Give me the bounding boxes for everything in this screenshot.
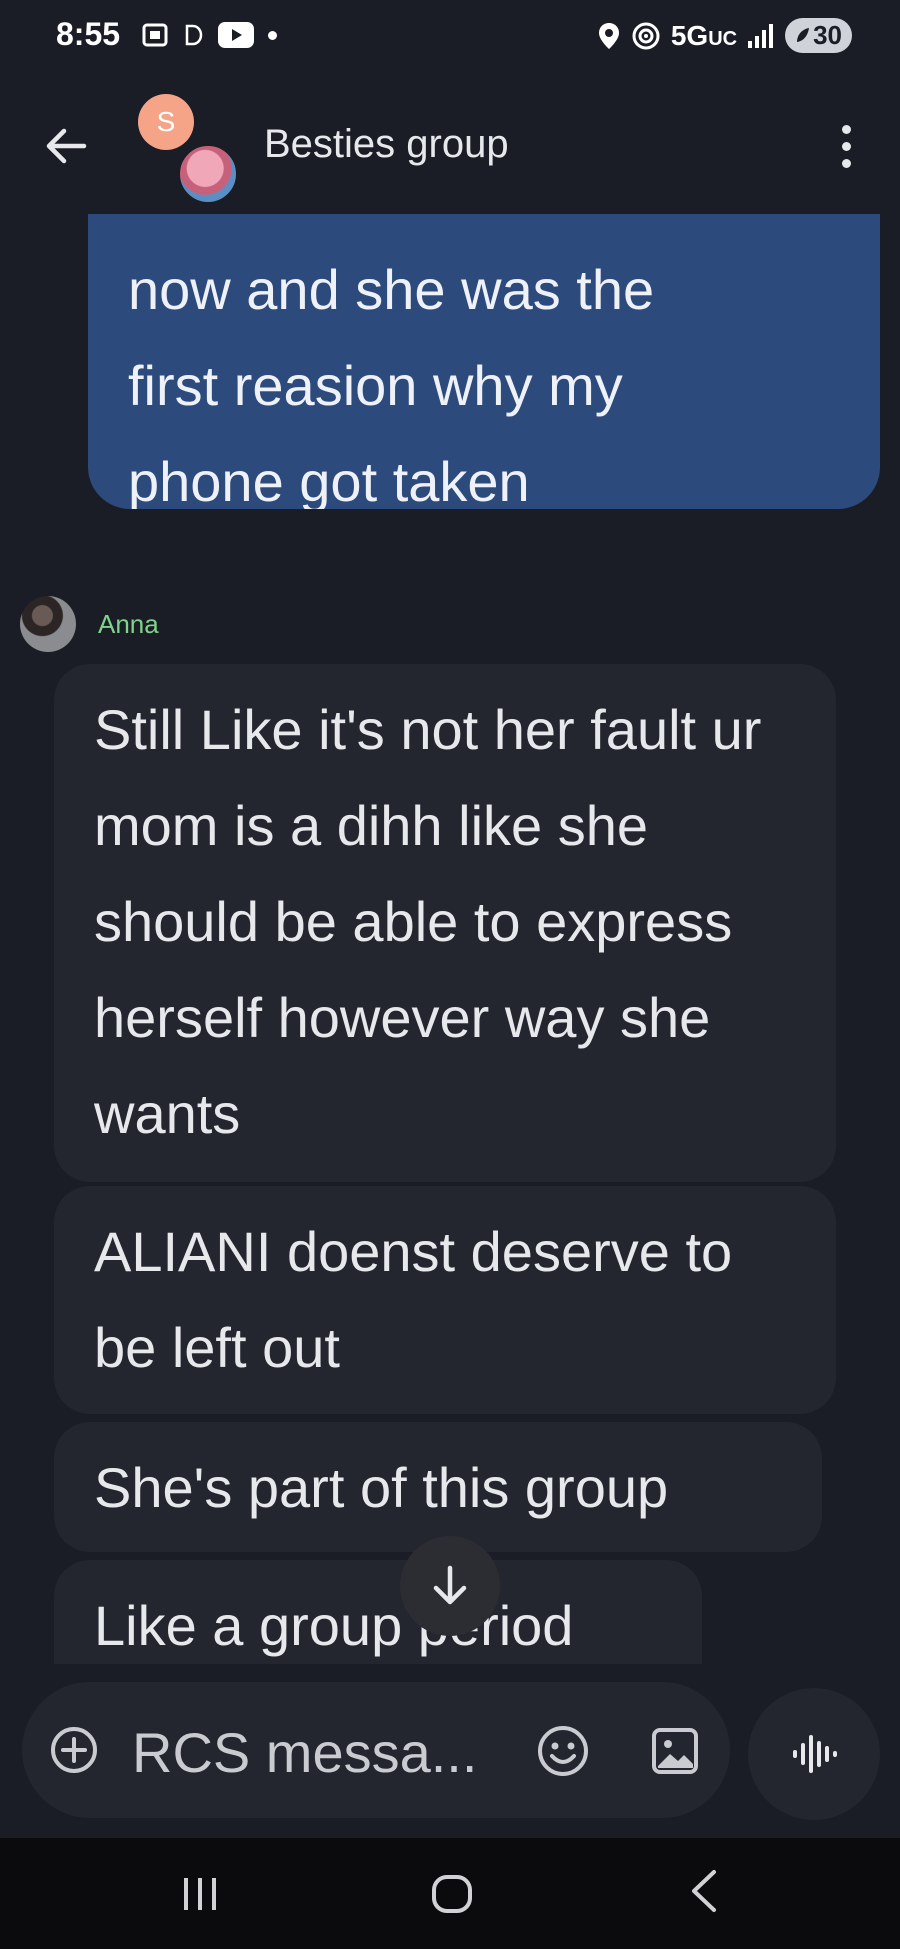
recents-icon[interactable] [176, 1874, 224, 1914]
location-icon [598, 22, 619, 49]
group-avatar[interactable]: S [138, 94, 238, 204]
waveform-icon [793, 1735, 837, 1773]
status-notification-icons [140, 20, 277, 50]
system-navigation-bar [0, 1838, 900, 1949]
network-label: 5GUC [670, 19, 738, 51]
gallery-icon[interactable] [650, 1726, 700, 1776]
scroll-to-bottom-button[interactable] [400, 1536, 500, 1636]
chat-title[interactable]: Besties group [264, 122, 509, 167]
battery-saver-icon [797, 27, 810, 42]
more-options-button[interactable] [826, 114, 866, 178]
nav-back-icon[interactable] [688, 1868, 720, 1914]
arrow-down-icon [433, 1565, 467, 1605]
received-message-bubble[interactable]: She's part of this group [54, 1422, 822, 1552]
avatar-photo [178, 144, 238, 204]
received-message-bubble[interactable]: Like a group period [54, 1560, 702, 1664]
app-bar: S Besties group [0, 80, 900, 210]
more-dot [841, 158, 851, 168]
status-time: 8:55 [56, 16, 121, 52]
compose-bar: RCS messa... [22, 1682, 730, 1818]
screenshot-icon [142, 23, 168, 47]
arrow-back-icon [46, 128, 87, 164]
home-icon[interactable] [430, 1874, 474, 1914]
sent-line: phone got taken [128, 450, 530, 509]
received-message-bubble[interactable]: ALIANI doenst deserve to be left out [54, 1186, 836, 1414]
status-right: 5GUC 30 [597, 18, 852, 53]
attach-button[interactable] [48, 1724, 100, 1776]
more-dot [841, 124, 851, 134]
status-bar: 8:55 5GUC 30 [0, 0, 900, 78]
emoji-icon[interactable] [536, 1724, 590, 1778]
sent-line: first reasion why my [128, 354, 623, 417]
back-button[interactable] [36, 116, 96, 176]
hotspot-icon [632, 22, 660, 49]
message-list[interactable]: - - - - - - - - - - - - now and she was … [0, 214, 900, 1664]
sender-avatar[interactable] [20, 596, 76, 652]
sender-name: Anna [98, 608, 159, 639]
voice-message-button[interactable] [748, 1688, 880, 1820]
more-dot [841, 141, 851, 151]
avatar-initial: S [138, 94, 194, 150]
sent-line: now and she was the [128, 258, 655, 321]
sent-message-bubble[interactable]: - - - - - - - - - - - - now and she was … [88, 214, 880, 509]
d-app-icon [185, 24, 203, 46]
add-circle-icon [51, 1727, 97, 1773]
battery-indicator: 30 [785, 18, 852, 53]
youtube-icon [218, 22, 254, 48]
sender-row: Anna [20, 596, 159, 652]
received-message-bubble[interactable]: Still Like it's not her fault ur mom is … [54, 664, 836, 1182]
notification-dot [268, 30, 277, 40]
signal-icon [748, 23, 774, 48]
sent-line-cut: - - - - - - - - - - - - [128, 214, 523, 238]
screen: 8:55 5GUC 30 S Besties group now and she… [0, 0, 900, 1949]
message-input[interactable]: RCS messa... [132, 1720, 477, 1785]
